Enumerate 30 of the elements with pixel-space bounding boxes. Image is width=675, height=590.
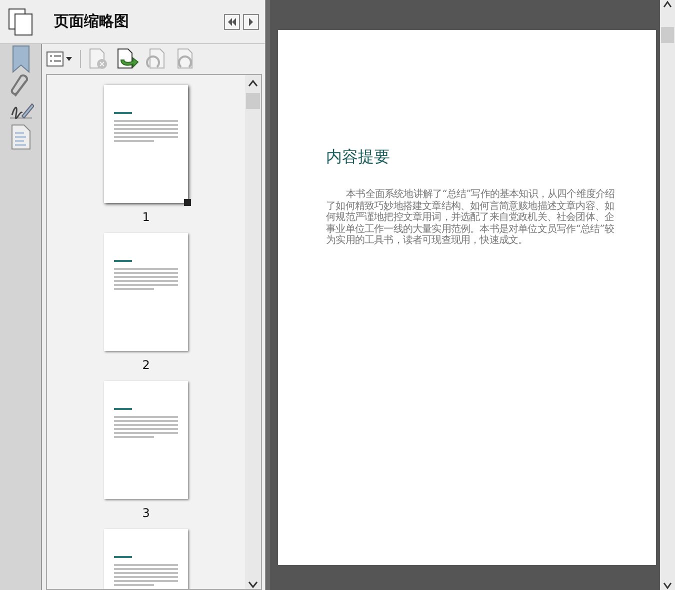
insert-pages-button[interactable] bbox=[115, 48, 139, 70]
page-number: 2 bbox=[142, 357, 150, 374]
page-text-drawing bbox=[113, 408, 180, 438]
collapse-button[interactable] bbox=[224, 14, 240, 30]
options-menu-button[interactable] bbox=[46, 50, 74, 68]
page-number: 3 bbox=[142, 505, 150, 522]
page-thumbnail[interactable] bbox=[104, 85, 188, 203]
scroll-down-icon[interactable] bbox=[663, 582, 672, 590]
page-number: 1 bbox=[142, 209, 150, 226]
double-arrow-left-icon bbox=[227, 18, 238, 26]
scrollbar-thumb[interactable] bbox=[246, 93, 260, 109]
page-text-drawing bbox=[113, 112, 180, 142]
scrollbar-thumb[interactable] bbox=[661, 27, 674, 43]
page-text-drawing bbox=[113, 556, 180, 586]
splitter-handle[interactable] bbox=[266, 0, 270, 590]
expand-button[interactable] bbox=[243, 14, 260, 30]
scroll-up-icon[interactable] bbox=[248, 79, 258, 87]
page-thumbnail[interactable] bbox=[104, 233, 188, 351]
selection-handle[interactable] bbox=[184, 199, 192, 206]
arrow-right-icon bbox=[248, 18, 254, 26]
scroll-down-icon[interactable] bbox=[248, 581, 258, 589]
panel-title: 页面缩略图 bbox=[54, 11, 130, 32]
scroll-up-icon[interactable] bbox=[663, 0, 672, 8]
document-paragraph: 本书全面系统地讲解了“总结”写作的基本知识，从四个维度介绍了如何精致巧妙地搭建文章结构、如何言简意赅地描述文章内容、如何规范严谨地把控文章用词，并选配了来自党政机关、社会团体、企事业单位工作一线的大量实用范例。本书是对单位文员写作“总结”较为实用的工具书，读者可现查现用，快速成文。 bbox=[326, 189, 616, 246]
bookmark-icon[interactable] bbox=[10, 44, 32, 74]
pages-icon[interactable] bbox=[8, 8, 34, 36]
page-thumbnail[interactable] bbox=[104, 381, 188, 499]
page-text-drawing bbox=[113, 260, 180, 290]
document-icon[interactable] bbox=[10, 124, 32, 150]
document-heading: 内容提要 bbox=[326, 146, 392, 168]
